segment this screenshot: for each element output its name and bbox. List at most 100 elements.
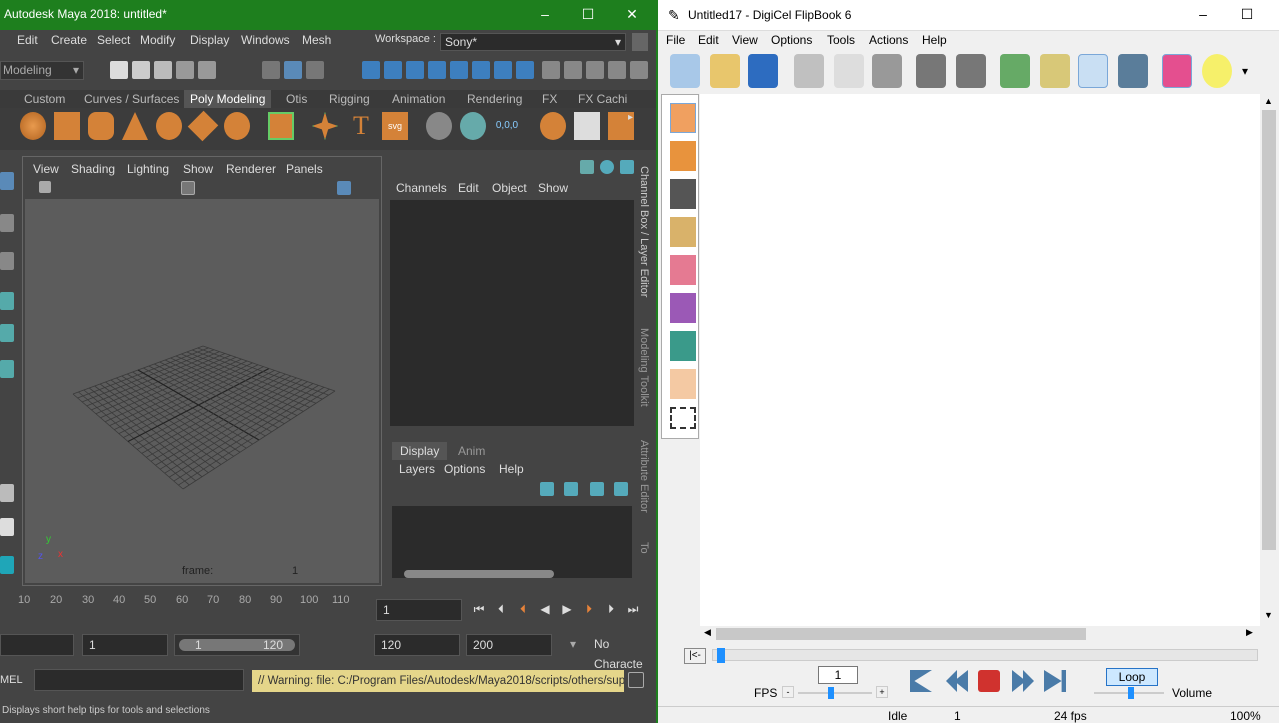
hypershade-icon[interactable]: [608, 61, 626, 79]
redo-icon[interactable]: [956, 54, 986, 88]
open-folder-icon[interactable]: [710, 54, 740, 88]
shelf-tab-custom[interactable]: Custom: [18, 90, 71, 108]
play-forwards-icon[interactable]: ▶: [560, 602, 574, 616]
menu-actions[interactable]: Actions: [869, 33, 908, 47]
combine-icon[interactable]: [268, 112, 294, 140]
mode-dropdown[interactable]: Modeling ▾: [0, 61, 84, 80]
redo-icon[interactable]: [198, 61, 216, 79]
fps-slider-thumb[interactable]: [828, 687, 834, 699]
step-back-key-icon[interactable]: ⏴: [516, 602, 530, 616]
mirror-icon[interactable]: [540, 112, 566, 140]
poly-cylinder-icon[interactable]: [88, 112, 114, 140]
3d-view[interactable]: frame: 1 y x z: [25, 199, 379, 583]
viewport-menu-show[interactable]: Show: [183, 162, 213, 176]
horizontal-scrollbar[interactable]: ◀ ▶: [700, 626, 1260, 642]
menu-options[interactable]: Options: [771, 33, 812, 47]
snap-view-icon[interactable]: [428, 61, 446, 79]
fps-plus-button[interactable]: +: [876, 686, 888, 698]
attribute-icon[interactable]: [600, 160, 614, 174]
loop-button[interactable]: Loop: [1106, 668, 1158, 686]
stop-icon[interactable]: [978, 670, 1000, 692]
snap-grid-icon[interactable]: [362, 61, 380, 79]
maximize-button[interactable]: ☐: [577, 4, 599, 24]
time-slider[interactable]: 10 20 30 40 50 60 70 80 90 100 110: [0, 592, 372, 622]
tab-attribute-editor[interactable]: Attribute Editor: [638, 440, 650, 513]
single-view-icon[interactable]: [0, 518, 14, 536]
minimize-button[interactable]: –: [1192, 4, 1214, 24]
timeline-track[interactable]: [712, 648, 1258, 663]
frame-number-field[interactable]: 1: [818, 666, 858, 684]
volume-slider-thumb[interactable]: [1128, 687, 1134, 699]
menu-select[interactable]: Select: [97, 33, 130, 47]
layer-list[interactable]: [392, 506, 632, 578]
go-to-end-icon[interactable]: ⏭: [626, 602, 640, 616]
layers-help-menu[interactable]: Help: [499, 462, 524, 476]
character-set-dropdown[interactable]: No Characte: [588, 634, 656, 671]
new-scene-icon[interactable]: [670, 54, 700, 88]
viewport-menu-renderer[interactable]: Renderer: [226, 162, 276, 176]
new-layer-selected-icon[interactable]: [564, 482, 578, 496]
undo-icon[interactable]: [176, 61, 194, 79]
scroll-down-icon[interactable]: ▼: [1264, 610, 1273, 620]
range-start-field[interactable]: 1: [82, 634, 168, 656]
chevron-down-icon[interactable]: ▾: [570, 637, 576, 651]
extract-icon[interactable]: [574, 112, 600, 140]
ink-brush-icon[interactable]: [670, 179, 696, 209]
snap-point-icon[interactable]: [406, 61, 424, 79]
paste-icon[interactable]: [872, 54, 902, 88]
close-button[interactable]: ✕: [621, 4, 643, 24]
shelf-scroll-icon[interactable]: ▸: [628, 112, 640, 140]
move-tool-icon[interactable]: [0, 292, 14, 310]
pegbar-icon[interactable]: [1040, 54, 1070, 88]
new-layer-icon[interactable]: [540, 482, 554, 496]
shelf-tab-rendering[interactable]: Rendering: [461, 90, 528, 108]
render-icon[interactable]: [542, 61, 560, 79]
tab-tool-settings[interactable]: To: [638, 542, 650, 554]
range-end-field[interactable]: 120: [374, 634, 460, 656]
eraser-icon[interactable]: [670, 255, 696, 285]
channels-menu[interactable]: Channels: [396, 181, 447, 195]
menu-tools[interactable]: Tools: [827, 33, 855, 47]
channels-object-menu[interactable]: Object: [492, 181, 527, 195]
camera-icon[interactable]: [1118, 54, 1148, 88]
poly-cube-icon[interactable]: [54, 112, 80, 140]
lightbox-icon[interactable]: [1202, 54, 1232, 88]
workspace-dropdown[interactable]: Sony* ▾: [440, 33, 626, 51]
layers-menu[interactable]: Layers: [399, 462, 435, 476]
snap-surface-icon[interactable]: [450, 61, 468, 79]
type-icon[interactable]: T: [348, 112, 374, 140]
channels-edit-menu[interactable]: Edit: [458, 181, 479, 195]
tool-settings-icon[interactable]: [620, 160, 634, 174]
current-frame-field[interactable]: 1: [376, 599, 462, 621]
select-component-icon[interactable]: [306, 61, 324, 79]
go-to-start-icon[interactable]: ⏮: [472, 602, 486, 616]
background-icon[interactable]: [1162, 54, 1192, 88]
rectangle-select-icon[interactable]: [670, 407, 696, 429]
scroll-up-icon[interactable]: ▲: [1264, 96, 1273, 106]
rotate-tool-icon[interactable]: [0, 324, 14, 342]
shelf-tab-otis[interactable]: Otis: [280, 90, 313, 108]
palette-icon[interactable]: [1078, 54, 1108, 88]
move-layer-up-icon[interactable]: [590, 482, 604, 496]
vertical-scroll-thumb[interactable]: [1262, 110, 1276, 550]
new-scene-icon[interactable]: [110, 61, 128, 79]
pencil-tool-icon[interactable]: [670, 103, 696, 133]
menu-file[interactable]: File: [666, 33, 685, 47]
menu-modify[interactable]: Modify: [140, 33, 175, 47]
viewport-menu-panels[interactable]: Panels: [286, 162, 323, 176]
tab-channel-box-layer-editor[interactable]: Channel Box / Layer Editor: [638, 166, 650, 297]
timeline-handle[interactable]: [717, 648, 725, 663]
grid-icon[interactable]: [181, 181, 195, 195]
range-slider[interactable]: 1 120: [174, 634, 300, 656]
shelf-tab-fx[interactable]: FX: [536, 90, 563, 108]
shelf-tab-animation[interactable]: Animation: [386, 90, 451, 108]
lasso-icon[interactable]: [670, 331, 696, 361]
script-editor-icon[interactable]: [628, 672, 644, 688]
scroll-left-icon[interactable]: ◀: [704, 627, 711, 638]
paint-brush-icon[interactable]: [670, 217, 696, 247]
help-icon[interactable]: [516, 61, 534, 79]
menu-display[interactable]: Display: [190, 33, 229, 47]
play-backwards-icon[interactable]: ◀: [538, 602, 552, 616]
scan-icon[interactable]: [1000, 54, 1030, 88]
minimize-button[interactable]: –: [534, 4, 556, 24]
